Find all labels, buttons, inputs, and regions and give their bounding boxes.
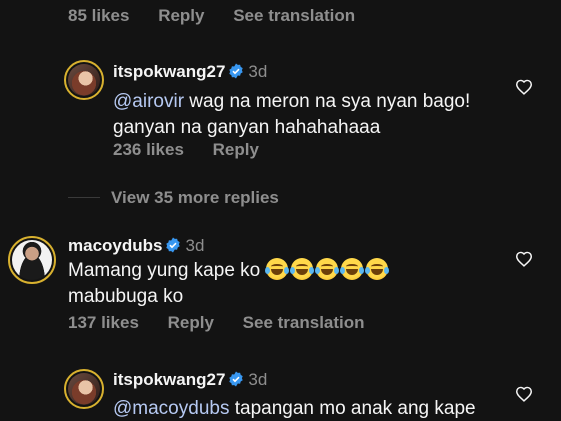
reply-button[interactable]: Reply: [213, 140, 259, 159]
face-with-tears-of-joy-emoji: [264, 258, 289, 280]
reply-text-part: tapangan mo anak ang kape: [229, 398, 476, 419]
comment-meta-top: 85 likes Reply See translation: [68, 6, 379, 26]
reply-header: itspokwang27 3d: [113, 370, 267, 390]
timestamp: 3d: [248, 62, 268, 81]
reply-button[interactable]: Reply: [168, 313, 214, 332]
reply-text: @macoydubs tapangan mo anak ang kape: [113, 396, 543, 421]
avatar[interactable]: [64, 60, 104, 100]
see-translation-button[interactable]: See translation: [243, 313, 365, 332]
see-translation-button[interactable]: See translation: [233, 6, 355, 25]
avatar[interactable]: [64, 369, 104, 409]
mention-link[interactable]: @airovir: [113, 91, 184, 112]
reply-text-part: wag na meron na sya nyan bago!: [184, 91, 471, 112]
verified-badge-icon: [229, 63, 244, 79]
timestamp: 3d: [185, 236, 205, 255]
timestamp: 3d: [248, 370, 268, 389]
likes-count[interactable]: 85 likes: [68, 6, 129, 25]
username[interactable]: macoydubs: [68, 236, 162, 255]
reply-button[interactable]: Reply: [158, 6, 204, 25]
likes-count[interactable]: 236 likes: [113, 140, 184, 159]
username[interactable]: itspokwang27: [113, 62, 225, 81]
avatar-image: [68, 64, 100, 96]
comment-text: Mamang yung kape ko mabubuga ko: [68, 258, 498, 310]
reply-text-line2: ganyan na ganyan hahahahaaa: [113, 117, 381, 138]
avatar[interactable]: [8, 236, 56, 284]
face-with-tears-of-joy-emoji: [314, 258, 339, 280]
avatar-image: [12, 240, 52, 280]
heart-icon[interactable]: [515, 386, 533, 402]
emoji-group: [264, 258, 391, 281]
face-with-tears-of-joy-emoji: [289, 258, 314, 280]
reply-text: @airovir wag na meron na sya nyan bago! …: [113, 89, 513, 141]
reply-header: itspokwang27 3d: [113, 62, 267, 82]
verified-badge-icon: [166, 237, 181, 253]
face-with-tears-of-joy-emoji: [364, 258, 389, 280]
verified-badge-icon: [229, 371, 244, 387]
avatar-image: [68, 373, 100, 405]
comment-meta: 137 likes Reply See translation: [68, 313, 389, 333]
mention-link[interactable]: @macoydubs: [113, 398, 229, 419]
likes-count[interactable]: 137 likes: [68, 313, 139, 332]
view-more-replies-button[interactable]: View 35 more replies: [111, 188, 279, 208]
replies-divider: [68, 197, 100, 198]
reply-meta: 236 likes Reply: [113, 140, 283, 160]
comment-text-part: Mamang yung kape ko: [68, 260, 266, 281]
heart-icon[interactable]: [515, 251, 533, 267]
face-with-tears-of-joy-emoji: [339, 258, 364, 280]
comment-text-line2: mabubuga ko: [68, 286, 184, 307]
comment-header: macoydubs 3d: [68, 236, 204, 256]
heart-icon[interactable]: [515, 79, 533, 95]
username[interactable]: itspokwang27: [113, 370, 225, 389]
